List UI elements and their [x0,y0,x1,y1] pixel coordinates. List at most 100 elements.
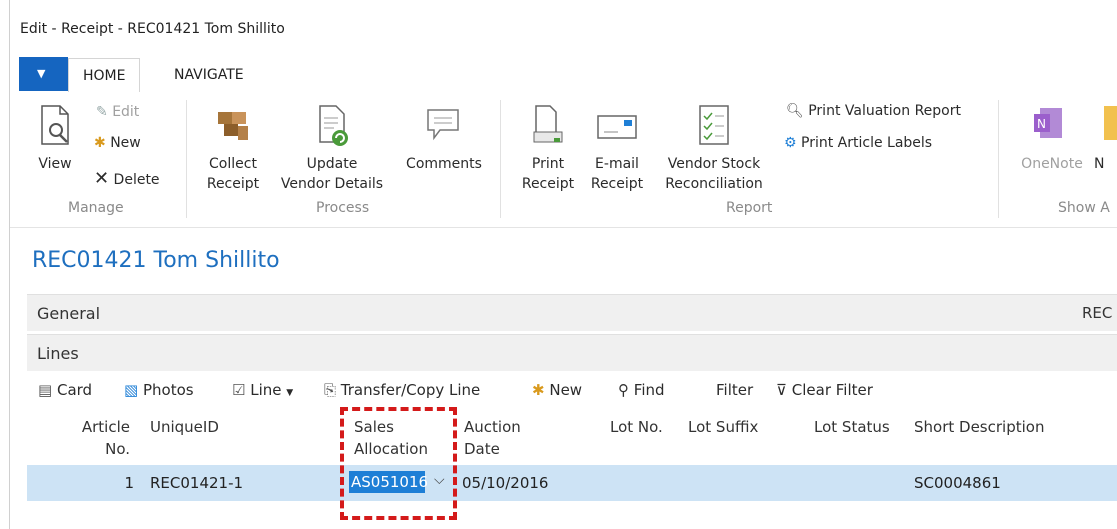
clear-filter-label: Clear Filter [791,381,873,399]
new-line-label: New [549,381,583,399]
photos-button[interactable]: ▧ Photos [124,381,194,399]
view-document-icon [41,105,69,145]
collect-receipt-button[interactable]: Collect Receipt [198,102,268,194]
print-article-labels-button[interactable]: ⚙ Print Article Labels [784,135,932,151]
tab-navigate[interactable]: NAVIGATE [160,58,258,91]
delete-label: Delete [113,172,160,188]
group-separator [186,100,187,218]
delete-x-icon: ✕ [94,168,110,189]
edit-label: Edit [112,104,140,120]
column-header-unique-id[interactable]: UniqueID [150,416,219,438]
update-label-1: Update [306,156,358,172]
print-receipt-button[interactable]: Print Receipt [514,102,582,194]
group-separator [500,100,501,218]
comments-button[interactable]: Comments [398,102,490,194]
group-label-show-attached: Show A [1058,200,1110,216]
new-icon: ✱ [532,381,545,399]
print-valuation-report-button[interactable]: 🔍︎ Print Valuation Report [786,103,961,119]
comments-label: Comments [406,156,482,172]
tab-home[interactable]: HOME [68,58,141,93]
checkbox-icon: ☑ [232,381,246,399]
column-header-lot-status[interactable]: Lot Status [814,416,890,438]
print-document-icon [533,105,563,143]
card-icon: ▤ [38,381,53,399]
group-label-process: Process [316,200,370,216]
search-document-icon: 🔍︎ [786,103,804,119]
clear-filter-button[interactable]: ⊽ Clear Filter [776,381,873,399]
notes-label: N [1094,156,1105,172]
line-menu-button[interactable]: ☑ Line ▼ [232,381,293,399]
transfer-label: Transfer/Copy Line [340,381,481,399]
column-header-auction-date[interactable]: Auction Date [464,416,521,460]
print-labels-label: Print Article Labels [801,135,933,151]
vendor-stock-reconciliation-button[interactable]: Vendor Stock Reconciliation [654,102,774,194]
photos-label: Photos [142,381,194,399]
app-menu-button[interactable]: ▼ [19,57,68,91]
card-button[interactable]: ▤ Card [38,381,92,399]
cell-unique-id: REC01421-1 [150,474,244,492]
onenote-button[interactable]: N OneNote [1012,102,1092,182]
highlight-annotation-box [340,407,457,520]
update-label-2: Vendor Details [280,176,384,192]
print-receipt-label-1: Print [531,156,565,172]
new-button[interactable]: ✱ New [94,135,141,151]
vendor-stock-label-2: Reconciliation [665,176,763,192]
group-label-manage: Manage [68,200,124,216]
line-label: Line [250,381,282,399]
speech-bubble-icon [427,109,459,141]
dropdown-arrow-icon: ▼ [286,388,294,398]
collect-label-2: Receipt [206,176,260,192]
view-button[interactable]: View [34,102,76,172]
print-valuation-label: Print Valuation Report [808,103,961,119]
label-tag-icon: ⚙ [784,135,797,151]
delete-button[interactable]: ✕ Delete [94,168,160,189]
lines-label: Lines [37,344,79,363]
general-label: General [37,304,101,323]
transfer-copy-line-button[interactable]: ⎘ Transfer/Copy Line [324,381,480,399]
find-label: Find [633,381,665,399]
pencil-icon: ✎ [96,104,108,120]
lines-fasttab[interactable]: Lines [27,334,1117,371]
auction-header-line2: Date [464,440,500,458]
onenote-label: OneNote [1021,156,1083,172]
email-receipt-label-2: Receipt [590,176,644,192]
general-fasttab[interactable]: General REC [27,294,1117,331]
column-header-short-description[interactable]: Short Description [914,416,1044,438]
new-document-icon: ✱ [94,135,106,151]
envelope-icon [597,115,637,139]
svg-text:N: N [1037,117,1046,131]
window-title: Edit - Receipt - REC01421 Tom Shillito [20,21,285,37]
view-label: View [38,156,72,172]
copy-icon: ⎘ [324,381,337,399]
print-receipt-label-2: Receipt [521,176,575,192]
cell-short-description: SC0004861 [914,474,1001,492]
notes-button[interactable]: N [1094,102,1117,182]
checklist-icon [699,105,729,145]
new-line-button[interactable]: ✱ New [532,381,582,399]
column-header-article-no[interactable]: Article No. [70,416,130,460]
filter-button[interactable]: Filter [716,381,753,399]
email-receipt-label-1: E-mail [595,156,639,172]
collect-label-1: Collect [209,156,257,172]
group-separator [998,100,999,218]
boxes-icon [218,112,248,140]
card-label: Card [56,381,93,399]
general-summary: REC [1082,304,1113,322]
cell-auction-date: 05/10/2016 [462,474,549,492]
article-header-line1: Article [81,418,130,436]
clear-filter-icon: ⊽ [776,381,787,399]
email-receipt-button[interactable]: E-mail Receipt [584,102,650,194]
vendor-stock-label-1: Vendor Stock [667,156,761,172]
binoculars-icon: ⚲ [618,381,629,399]
note-icon [1104,106,1117,140]
cell-article-no: 1 [124,474,134,492]
photo-icon: ▧ [124,381,139,399]
find-button[interactable]: ⚲ Find [618,381,665,399]
refresh-document-icon [319,105,348,146]
onenote-icon: N [1034,108,1062,138]
column-header-lot-no[interactable]: Lot No. [610,416,663,438]
edit-button[interactable]: ✎ Edit [96,104,139,120]
page-title: REC01421 Tom Shillito [32,248,280,273]
column-header-lot-suffix[interactable]: Lot Suffix [688,416,758,438]
update-vendor-details-button[interactable]: Update Vendor Details [270,102,394,194]
